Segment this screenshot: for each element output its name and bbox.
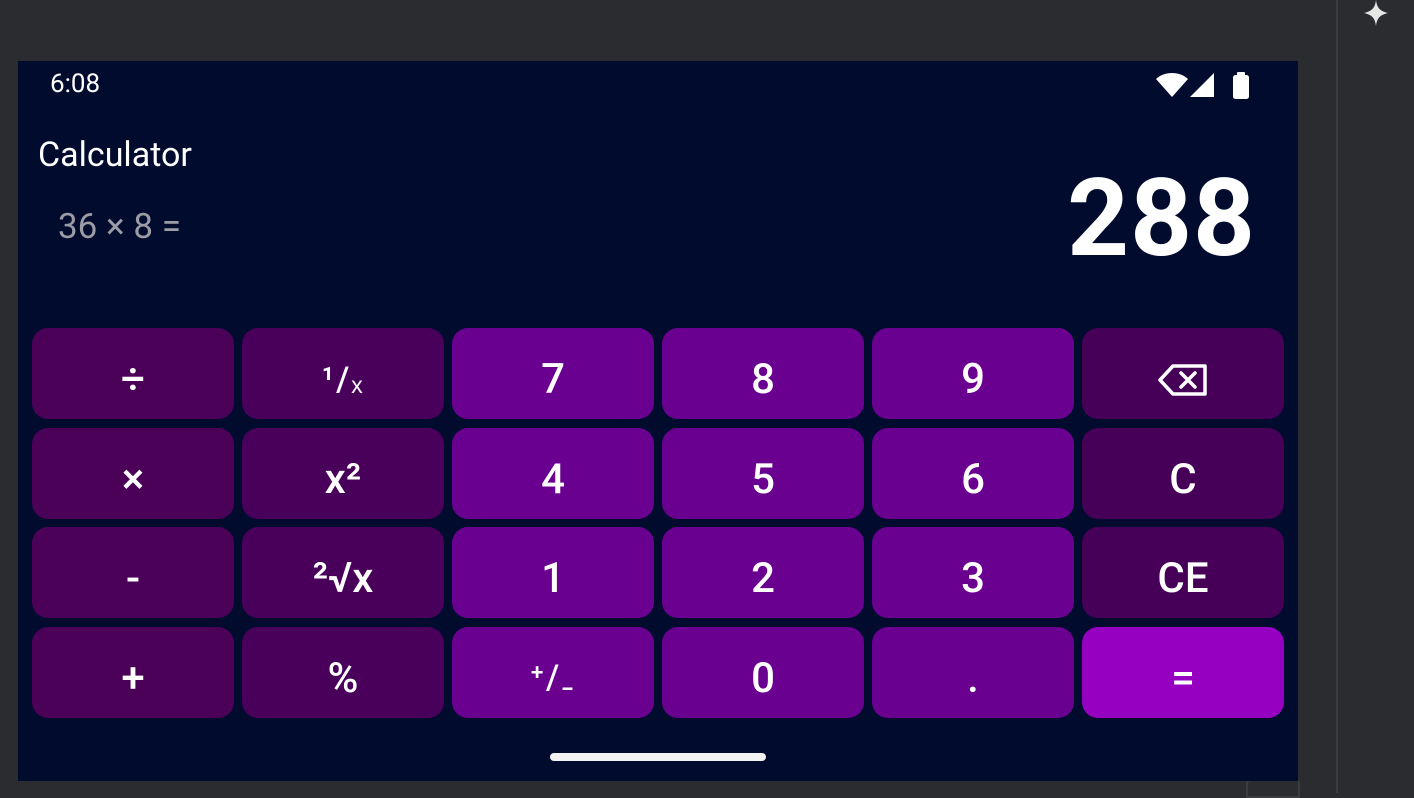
- clear-entry-button[interactable]: CE: [1082, 527, 1284, 619]
- panel-tab[interactable]: [1246, 778, 1300, 798]
- digit-9-button[interactable]: 9: [872, 328, 1074, 419]
- reciprocal-label: ¹/ₓ: [321, 359, 365, 400]
- clear-button[interactable]: C: [1082, 427, 1284, 519]
- square-root-label: ²√x: [312, 554, 374, 604]
- equals-label: =: [1171, 653, 1195, 703]
- app-title: Calculator: [38, 135, 192, 175]
- clear-label: C: [1169, 454, 1197, 504]
- digit-2-button[interactable]: 2: [662, 527, 864, 619]
- divide-label: ÷: [121, 355, 145, 404]
- square-root-button[interactable]: ²√x: [242, 527, 444, 619]
- clear-entry-label: CE: [1157, 554, 1209, 604]
- percent-button[interactable]: %: [242, 626, 444, 718]
- backspace-icon: [1158, 363, 1207, 396]
- multiply-button[interactable]: ×: [32, 427, 234, 519]
- gesture-navigation-bar[interactable]: [550, 753, 766, 761]
- digit-9-label: 9: [961, 355, 985, 404]
- square-button[interactable]: x²: [242, 427, 444, 519]
- digit-5-button[interactable]: 5: [662, 427, 864, 519]
- digit-0-button[interactable]: 0: [662, 626, 864, 718]
- decimal-point-button[interactable]: .: [872, 626, 1074, 718]
- percent-label: %: [327, 653, 359, 703]
- keypad: ÷ ¹/ₓ 7 8 9 × x² 4 5 6 C - ²√x 1 2 3 CE …: [32, 328, 1284, 719]
- backspace-button[interactable]: [1082, 328, 1284, 419]
- cellular-signal-icon: [1190, 73, 1214, 97]
- square-label: x²: [324, 454, 362, 504]
- digit-1-label: 1: [541, 554, 565, 604]
- digit-3-button[interactable]: 3: [872, 527, 1074, 619]
- calculator-screen: 6:08 Calculator 36 × 8 = 288 ÷ ¹/ₓ 7 8 9…: [18, 61, 1298, 781]
- reciprocal-button[interactable]: ¹/ₓ: [242, 328, 444, 419]
- digit-5-label: 5: [751, 454, 775, 504]
- digit-3-label: 3: [961, 554, 985, 604]
- digit-8-label: 8: [751, 355, 775, 404]
- digit-4-label: 4: [541, 454, 565, 504]
- add-label: +: [121, 653, 145, 703]
- sparkle-icon[interactable]: [1360, 0, 1392, 28]
- wifi-icon: [1156, 73, 1188, 97]
- multiply-label: ×: [121, 454, 145, 504]
- digit-7-label: 7: [541, 355, 565, 404]
- decimal-point-label: .: [967, 653, 979, 703]
- digit-2-label: 2: [751, 554, 775, 604]
- digit-6-button[interactable]: 6: [872, 427, 1074, 519]
- digit-7-button[interactable]: 7: [452, 328, 654, 419]
- battery-icon: [1233, 72, 1249, 99]
- subtract-label: -: [125, 554, 141, 604]
- expression-display: 36 × 8 =: [58, 206, 181, 247]
- status-time: 6:08: [50, 69, 101, 99]
- divide-button[interactable]: ÷: [32, 328, 234, 419]
- result-display: 288: [1067, 156, 1256, 282]
- status-icons: [1156, 72, 1249, 99]
- digit-6-label: 6: [961, 454, 985, 504]
- side-rail: [1336, 0, 1414, 793]
- digit-8-button[interactable]: 8: [662, 328, 864, 419]
- add-button[interactable]: +: [32, 626, 234, 718]
- negate-label: ⁺/₋: [530, 658, 576, 699]
- digit-1-button[interactable]: 1: [452, 527, 654, 619]
- digit-4-button[interactable]: 4: [452, 427, 654, 519]
- equals-button[interactable]: =: [1082, 626, 1284, 718]
- subtract-button[interactable]: -: [32, 527, 234, 619]
- negate-button[interactable]: ⁺/₋: [452, 626, 654, 718]
- digit-0-label: 0: [751, 653, 775, 703]
